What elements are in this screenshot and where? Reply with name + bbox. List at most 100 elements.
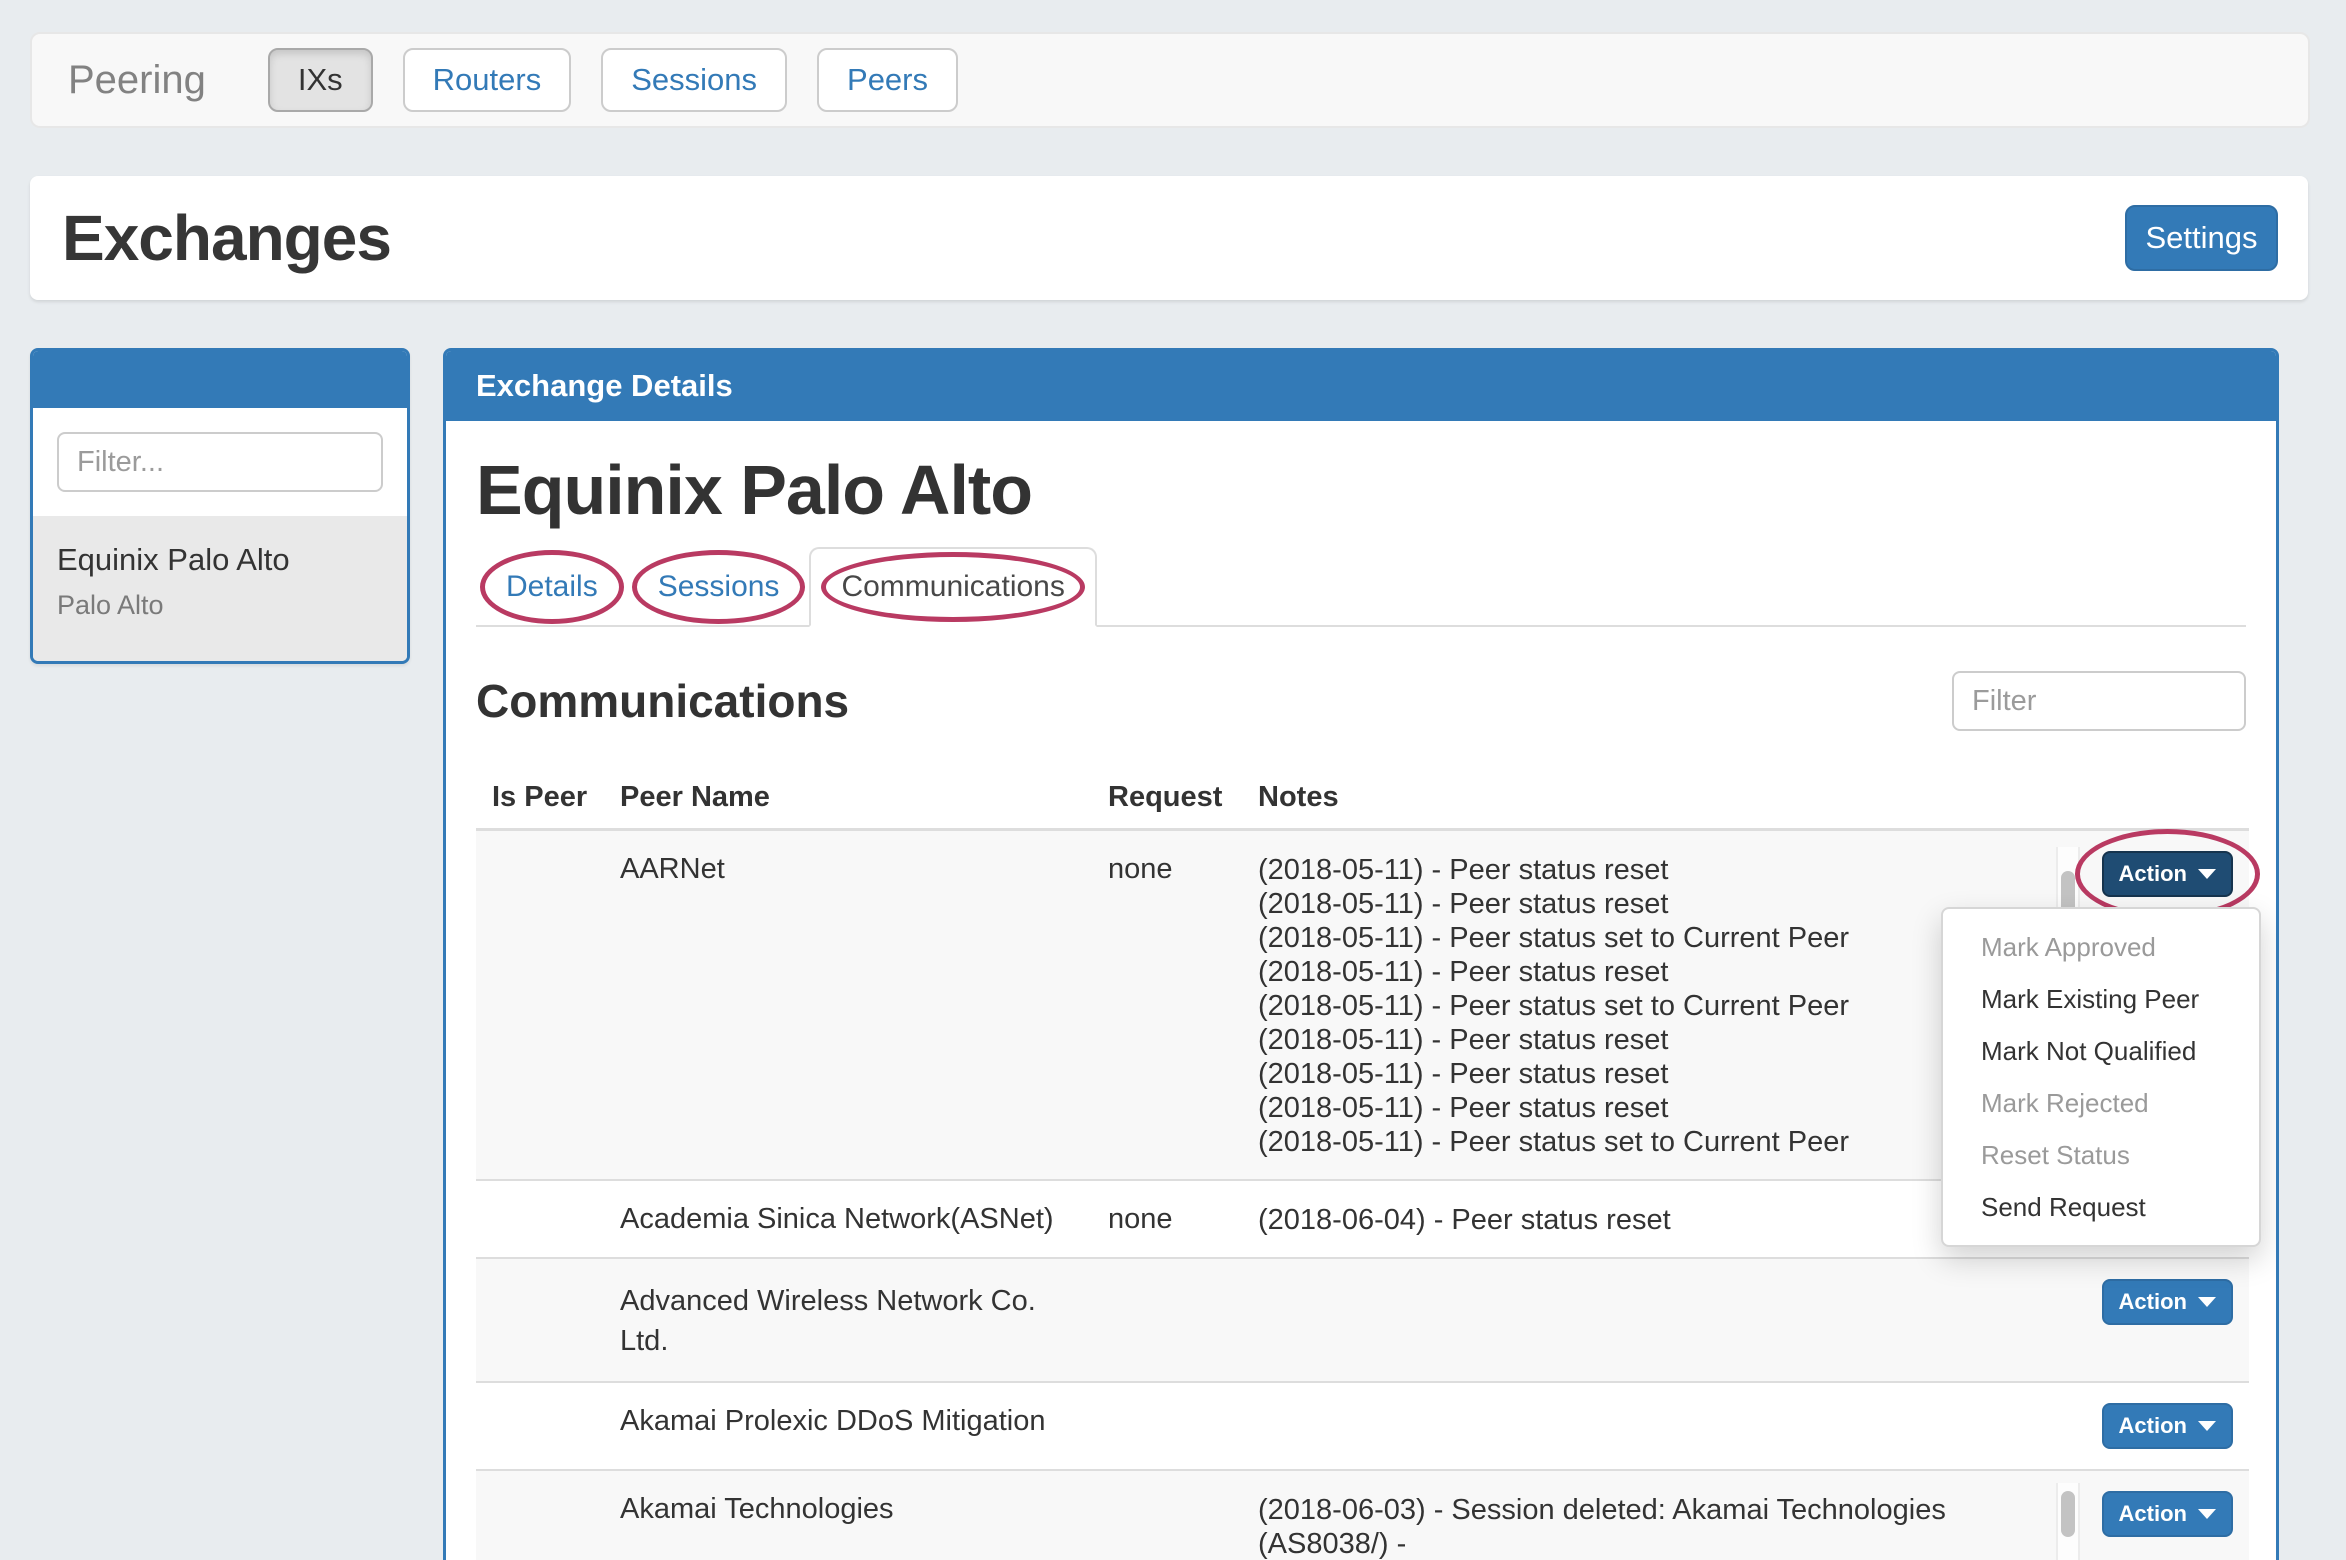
cell-actions: Action xyxy=(2082,1382,2249,1470)
cell-request xyxy=(1092,1470,1242,1560)
note-line: (2018-05-11) - Peer status reset xyxy=(1258,887,2026,921)
action-dropdown-button-open[interactable]: Action xyxy=(2102,851,2233,897)
cell-peer-name: Akamai Technologies xyxy=(604,1470,1092,1560)
action-button-label: Action xyxy=(2119,1413,2187,1439)
action-button-label: Action xyxy=(2119,1501,2187,1527)
nav-button-label: IXs xyxy=(298,62,343,98)
note-line: (2018-05-11) - Peer status reset xyxy=(1258,1023,2026,1057)
column-header-notes: Notes xyxy=(1242,765,2042,830)
notes-scrollbar-track[interactable] xyxy=(2056,1483,2080,1560)
cell-notes: (2018-05-11) - Peer status reset (2018-0… xyxy=(1242,830,2042,1181)
exchange-filter-input[interactable] xyxy=(57,432,383,492)
note-line: (2018-05-11) - Peer status reset xyxy=(1258,853,2026,887)
note-line: (2018-05-11) - Peer status reset xyxy=(1258,955,2026,989)
exchange-tabs: Details Sessions Communications xyxy=(476,547,2246,627)
notes-scrollbar-thumb[interactable] xyxy=(2061,1491,2075,1537)
exchange-details-panel: Exchange Details Equinix Palo Alto Detai… xyxy=(443,348,2279,1560)
nav-button-label: Peers xyxy=(847,62,928,98)
top-navbar: Peering IXs Routers Sessions Peers xyxy=(30,32,2310,128)
cell-is-peer xyxy=(476,1180,604,1258)
nav-button-label: Sessions xyxy=(631,62,757,98)
nav-button-sessions[interactable]: Sessions xyxy=(601,48,787,112)
peer-name-text: Advanced Wireless Network Co. Ltd. xyxy=(620,1281,1050,1361)
cell-peer-name: Akamai Prolexic DDoS Mitigation xyxy=(604,1382,1092,1470)
cell-request: none xyxy=(1092,830,1242,1181)
note-line: (2018-05-11) - Peer status reset xyxy=(1258,1057,2026,1091)
column-header-actions xyxy=(2082,765,2249,830)
column-header-spacer xyxy=(2042,765,2082,830)
cell-is-peer xyxy=(476,1382,604,1470)
note-line: (2018-05-11) - Peer status set to Curren… xyxy=(1258,1125,2026,1159)
table-row-akamai-prolexic: Akamai Prolexic DDoS Mitigation Action xyxy=(476,1382,2249,1470)
exchange-list-item-selected[interactable]: Equinix Palo Alto Palo Alto xyxy=(33,516,407,661)
note-line: (2018-05-11) - Peer status set to Curren… xyxy=(1258,989,2026,1023)
cell-is-peer xyxy=(476,830,604,1181)
communications-section-header: Communications xyxy=(476,671,2246,731)
exchange-item-city: Palo Alto xyxy=(57,590,383,621)
page-header-panel: Exchanges Settings xyxy=(30,176,2308,300)
action-dropdown-button[interactable]: Action xyxy=(2102,1279,2233,1325)
cell-notes xyxy=(1242,1258,2042,1382)
cell-actions: Action xyxy=(2082,1258,2249,1382)
caret-down-icon xyxy=(2198,869,2216,879)
table-row-akamai-technologies: Akamai Technologies (2018-06-03) - Sessi… xyxy=(476,1470,2249,1560)
cell-notes xyxy=(1242,1382,2042,1470)
communications-filter-input[interactable] xyxy=(1952,671,2246,731)
cell-notes-scrollbar xyxy=(2042,1382,2082,1470)
menu-item-mark-not-qualified[interactable]: Mark Not Qualified xyxy=(1943,1025,2259,1077)
action-dropdown-button[interactable]: Action xyxy=(2102,1491,2233,1537)
action-dropdown-menu: Mark Approved Mark Existing Peer Mark No… xyxy=(1941,907,2261,1247)
cell-is-peer xyxy=(476,1258,604,1382)
exchange-list-panel: Equinix Palo Alto Palo Alto xyxy=(30,348,410,664)
exchange-details-header: Exchange Details xyxy=(446,351,2276,421)
tab-communications[interactable]: Communications xyxy=(809,547,1096,627)
tab-sessions[interactable]: Sessions xyxy=(628,549,810,625)
note-line: (2018-06-04) - Peer status reset xyxy=(1258,1203,2026,1237)
nav-button-routers[interactable]: Routers xyxy=(403,48,572,112)
exchange-details-body: Equinix Palo Alto Details Sessions Commu… xyxy=(446,421,2276,1560)
note-line: (2018-05-11) - Peer status reset xyxy=(1258,1091,2026,1125)
nav-button-ixs[interactable]: IXs xyxy=(268,48,373,112)
cell-actions: Action Mark Approved Mark Existing Peer … xyxy=(2082,830,2249,1181)
table-header-row: Is Peer Peer Name Request Notes xyxy=(476,765,2249,830)
tab-details[interactable]: Details xyxy=(476,549,628,625)
tab-label: Details xyxy=(506,570,598,603)
menu-item-reset-status[interactable]: Reset Status xyxy=(1943,1129,2259,1181)
nav-button-peers[interactable]: Peers xyxy=(817,48,958,112)
exchange-item-name: Equinix Palo Alto xyxy=(57,542,383,578)
menu-item-mark-existing-peer[interactable]: Mark Existing Peer xyxy=(1943,973,2259,1025)
column-header-is-peer: Is Peer xyxy=(476,765,604,830)
cell-request xyxy=(1092,1382,1242,1470)
caret-down-icon xyxy=(2198,1509,2216,1519)
menu-item-send-request[interactable]: Send Request xyxy=(1943,1181,2259,1233)
menu-item-mark-rejected[interactable]: Mark Rejected xyxy=(1943,1077,2259,1129)
action-dropdown-button[interactable]: Action xyxy=(2102,1403,2233,1449)
caret-down-icon xyxy=(2198,1421,2216,1431)
cell-is-peer xyxy=(476,1470,604,1560)
action-button-label: Action xyxy=(2119,1289,2187,1315)
cell-actions: Action xyxy=(2082,1470,2249,1560)
column-header-request: Request xyxy=(1092,765,1242,830)
cell-peer-name: Advanced Wireless Network Co. Ltd. xyxy=(604,1258,1092,1382)
action-button-label: Action xyxy=(2119,861,2187,887)
settings-button[interactable]: Settings xyxy=(2125,205,2278,271)
exchange-name-heading: Equinix Palo Alto xyxy=(476,453,2246,527)
nav-button-label: Routers xyxy=(433,62,542,98)
exchange-details-title: Exchange Details xyxy=(476,368,733,404)
column-header-peer-name: Peer Name xyxy=(604,765,1092,830)
table-row-advanced-wireless: Advanced Wireless Network Co. Ltd. Actio… xyxy=(476,1258,2249,1382)
cell-peer-name: AARNet xyxy=(604,830,1092,1181)
page-title: Exchanges xyxy=(62,201,391,275)
cell-request: none xyxy=(1092,1180,1242,1258)
exchange-list-filter-wrap xyxy=(33,408,407,516)
exchange-list-header xyxy=(33,351,407,408)
note-line: (2018-06-03) - Session deleted: Akamai T… xyxy=(1258,1493,2026,1560)
note-line: (2018-05-11) - Peer status set to Curren… xyxy=(1258,921,2026,955)
cell-peer-name: Academia Sinica Network(ASNet) xyxy=(604,1180,1092,1258)
cell-notes-scrollbar xyxy=(2042,1470,2082,1560)
menu-item-mark-approved[interactable]: Mark Approved xyxy=(1943,921,2259,973)
table-row-aarnet: AARNet none (2018-05-11) - Peer status r… xyxy=(476,830,2249,1181)
tab-label: Sessions xyxy=(658,570,780,603)
tab-label: Communications xyxy=(841,570,1064,603)
cell-notes: (2018-06-04) - Peer status reset xyxy=(1242,1180,2042,1258)
